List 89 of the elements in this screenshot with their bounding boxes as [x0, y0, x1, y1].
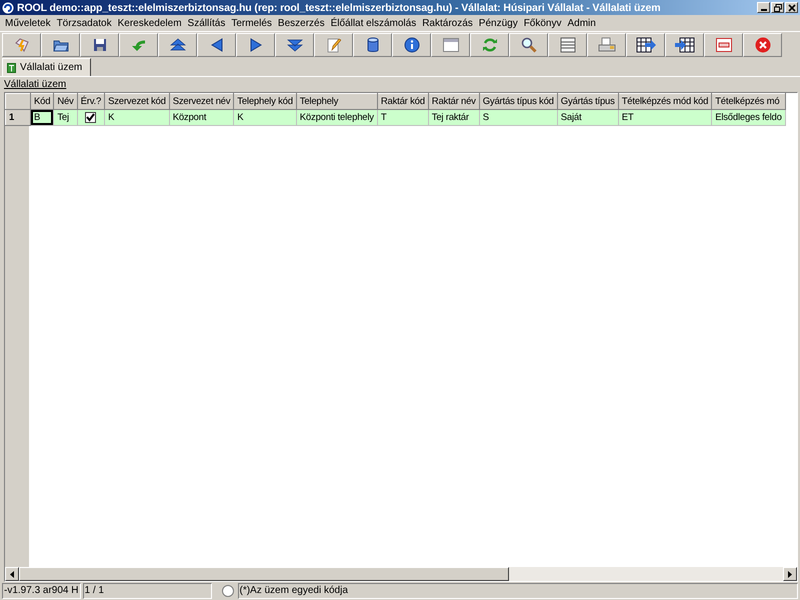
column-header[interactable]: Gyártás típus kód	[479, 94, 558, 110]
table-cell: Saját	[557, 110, 618, 126]
toolbar-button[interactable]	[353, 33, 392, 57]
pencil-icon	[326, 37, 340, 53]
section-link[interactable]: Vállalati üzem	[4, 79, 66, 90]
toolbar-button[interactable]	[275, 33, 314, 57]
scroll-right-button[interactable]	[783, 567, 797, 581]
column-header[interactable]: Szervezet név	[169, 94, 234, 110]
table-cell: Központ	[169, 110, 234, 126]
table-cell: B	[30, 110, 54, 126]
toolbar-button[interactable]	[41, 33, 80, 57]
toolbar-button[interactable]	[665, 33, 704, 57]
menu-item[interactable]: Beszerzés	[278, 18, 325, 28]
menu-item[interactable]: Főkönyv	[524, 18, 562, 28]
close-icon	[754, 37, 770, 53]
column-header[interactable]: Telephely kód	[234, 94, 296, 110]
window-icon	[442, 38, 458, 52]
column-header[interactable]: Név	[54, 94, 78, 110]
table-arrow-icon	[674, 37, 694, 53]
menu-item[interactable]: Műveletek	[5, 18, 51, 28]
left-triangle-icon	[210, 38, 222, 52]
app-icon	[2, 2, 14, 14]
toolbar-button[interactable]	[197, 33, 236, 57]
menu-item[interactable]: Admin	[568, 18, 596, 28]
menu-item[interactable]: Kereskedelem	[118, 18, 182, 28]
horizontal-scrollbar[interactable]	[5, 567, 797, 581]
double-down-arrow-icon	[286, 38, 302, 52]
tab[interactable]: Vállalati üzem	[2, 58, 92, 76]
menu-item[interactable]: Törzsadatok	[56, 18, 112, 28]
folder-icon	[52, 38, 68, 52]
scroll-thumb[interactable]	[19, 567, 509, 581]
cylinder-icon	[366, 37, 378, 53]
checkbox[interactable]	[85, 112, 96, 123]
minimize-button[interactable]	[757, 2, 770, 13]
minimize-icon	[760, 9, 766, 11]
toolbar-button[interactable]	[158, 33, 197, 57]
table-cell: Központi telephely	[296, 110, 378, 126]
info-icon	[404, 37, 420, 53]
menu-item[interactable]: Élőállat elszámolás	[330, 18, 416, 28]
column-header[interactable]: Gyártás típus	[557, 94, 618, 110]
search-icon	[520, 37, 536, 53]
table-cell: Elsődleges feldo	[712, 110, 786, 126]
right-arrow-icon	[788, 570, 792, 578]
column-header[interactable]: Érv.?	[77, 94, 105, 110]
table-cell: K	[104, 110, 170, 126]
restore-icon	[774, 4, 782, 12]
printer-icon	[598, 37, 616, 53]
column-header[interactable]: Raktár kód	[377, 94, 428, 110]
column-header[interactable]: Tételképzés mód kód	[618, 94, 712, 110]
menu-item[interactable]: Termelés	[231, 18, 272, 28]
restore-button[interactable]	[771, 2, 784, 13]
scroll-left-button[interactable]	[5, 567, 19, 581]
toolbar-button[interactable]	[626, 33, 665, 57]
menu-item[interactable]: Raktározás	[422, 18, 473, 28]
menu-item[interactable]: Pénzügy	[478, 18, 518, 28]
table-cell: ET	[618, 110, 712, 126]
toolbar-button[interactable]	[509, 33, 548, 57]
close-icon	[788, 4, 796, 12]
left-arrow-icon	[10, 570, 14, 578]
version-label: -v1.97.3 ar904 H	[2, 583, 80, 599]
table-cell: T	[377, 110, 428, 126]
double-up-arrow-icon	[170, 38, 186, 52]
lightning-icon	[14, 37, 30, 53]
column-header[interactable]: Szervezet kód	[104, 94, 170, 110]
field-hint: (*)Az üzem egyedi kódja	[238, 583, 798, 599]
row-number[interactable]: 1	[6, 110, 30, 126]
radio-button[interactable]	[222, 585, 234, 597]
right-triangle-icon	[250, 38, 262, 52]
table-cell: Tej	[54, 110, 78, 126]
record-counter: 1 / 1	[82, 583, 212, 599]
close-button[interactable]	[785, 2, 798, 13]
window-title: ROOL demo::app_teszt::elelmiszerbiztonsag.hu (rep: rool_teszt::elelmiszerbiztonsag.hu) - Vállalat: Húsipari Vállalat - Vállalati üzem	[17, 2, 662, 14]
column-header[interactable]: Telephely	[296, 94, 378, 110]
window-icon	[716, 38, 732, 52]
table-cell: K	[234, 110, 296, 126]
toolbar-button[interactable]	[80, 33, 119, 57]
rows-icon	[560, 37, 576, 53]
table-cell: S	[479, 110, 558, 126]
refresh-icon	[482, 37, 498, 53]
toolbar-button[interactable]	[236, 33, 275, 57]
menu-item[interactable]: Szállítás	[188, 18, 226, 28]
table-arrow-icon	[636, 37, 656, 53]
toolbar-button[interactable]	[392, 33, 431, 57]
column-header[interactable]: Tételképzés mó	[712, 94, 786, 110]
table-icon	[7, 62, 16, 72]
column-header[interactable]: Kód	[30, 94, 54, 110]
curved-arrow-icon	[130, 38, 146, 52]
column-header[interactable]: Raktár név	[428, 94, 480, 110]
table-cell: Tej raktár	[428, 110, 480, 126]
